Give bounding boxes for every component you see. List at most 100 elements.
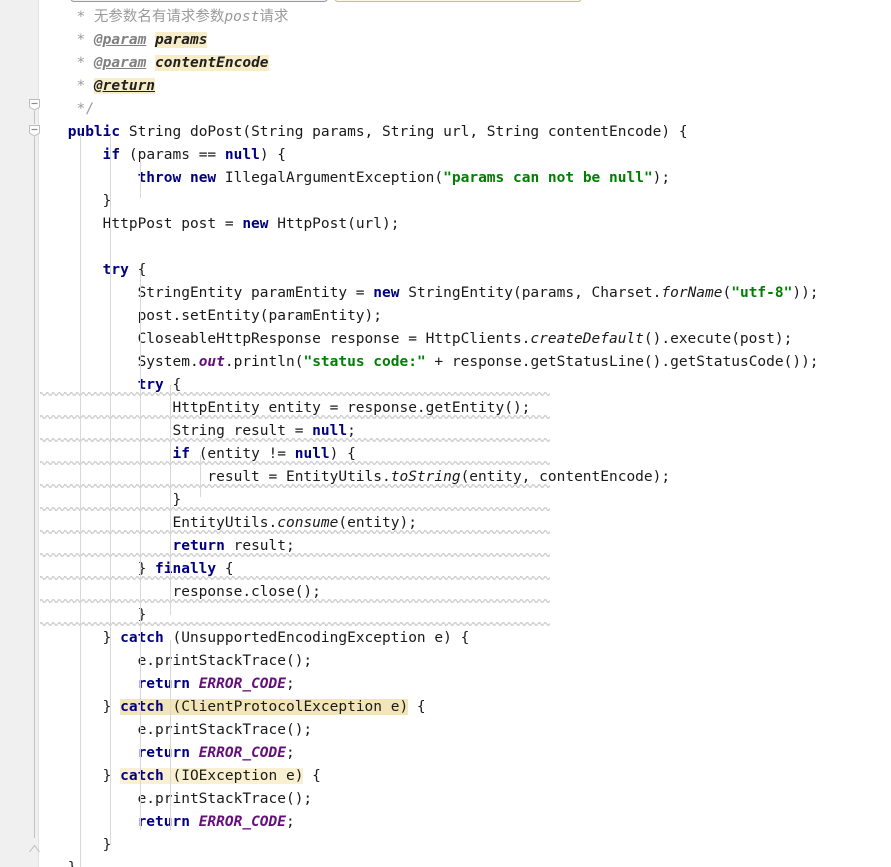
code-token: catch xyxy=(120,768,164,784)
code-line-text: } xyxy=(59,190,112,213)
code-token: catch xyxy=(120,630,164,646)
code-token: try xyxy=(137,377,164,393)
code-line[interactable]: return result; xyxy=(0,534,891,557)
code-line[interactable]: return ERROR_CODE; xyxy=(0,741,891,764)
code-token: throw xyxy=(137,170,182,186)
code-token: toString xyxy=(390,469,461,485)
code-line[interactable]: return ERROR_CODE; xyxy=(0,672,891,695)
code-line-text: throw new IllegalArgumentException("para… xyxy=(59,167,671,190)
code-token: { xyxy=(303,768,321,784)
code-token: HttpPost(url); xyxy=(268,216,400,232)
code-token: ( xyxy=(722,285,732,301)
code-line[interactable]: CloseableHttpResponse response = HttpCli… xyxy=(0,327,891,350)
code-line[interactable]: e.printStackTrace(); xyxy=(0,649,891,672)
code-line-text: CloseableHttpResponse response = HttpCli… xyxy=(59,328,793,351)
code-line[interactable]: EntityUtils.consume(entity); xyxy=(0,511,891,534)
code-line-text: * @return xyxy=(59,75,156,98)
code-line[interactable]: response.close(); xyxy=(0,580,891,603)
code-line[interactable]: * @param contentEncode xyxy=(0,51,891,74)
code-line[interactable]: public String doPost(String params, Stri… xyxy=(0,120,891,143)
code-token: 无参数名有请求参数 xyxy=(93,9,225,25)
code-line[interactable] xyxy=(0,235,891,258)
code-token: null xyxy=(312,423,348,439)
code-line[interactable]: } finally { xyxy=(0,557,891,580)
code-line[interactable]: return ERROR_CODE; xyxy=(0,810,891,833)
code-line[interactable]: * @param params xyxy=(0,28,891,51)
code-line-text: StringEntity paramEntity = new StringEnt… xyxy=(59,282,819,305)
code-token: result; xyxy=(224,538,295,554)
code-line[interactable]: if (params == null) { xyxy=(0,143,891,166)
code-token: public xyxy=(67,124,121,140)
code-line[interactable]: } catch (IOException e) { xyxy=(0,764,891,787)
code-token: return xyxy=(137,814,190,830)
code-line[interactable]: } xyxy=(0,189,891,212)
code-line[interactable]: StringEntity paramEntity = new StringEnt… xyxy=(0,281,891,304)
code-line[interactable]: post.setEntity(paramEntity); xyxy=(0,304,891,327)
code-token: */ xyxy=(59,101,94,117)
code-token: "utf-8" xyxy=(731,285,793,301)
code-line-text: } catch (ClientProtocolException e) { xyxy=(59,696,426,719)
code-line[interactable]: e.printStackTrace(); xyxy=(0,787,891,810)
code-line[interactable]: } xyxy=(0,833,891,856)
code-token: ; xyxy=(286,745,295,761)
code-token: contentEncode xyxy=(155,55,269,71)
code-token: + response.getStatusLine().getStatusCode… xyxy=(425,354,819,370)
code-token: * xyxy=(59,55,94,71)
code-line[interactable]: try { xyxy=(0,258,891,281)
code-line-text: */ xyxy=(59,98,94,121)
code-token: @return xyxy=(93,78,156,94)
code-token: (entity != xyxy=(189,446,295,462)
code-line[interactable]: result = EntityUtils.toString(entity, co… xyxy=(0,465,891,488)
code-line[interactable]: */ xyxy=(0,97,891,120)
code-line[interactable]: } xyxy=(0,488,891,511)
code-line[interactable]: if (entity != null) { xyxy=(0,442,891,465)
code-line-text: } xyxy=(59,834,112,857)
code-token: { xyxy=(408,699,426,715)
code-token: e.printStackTrace(); xyxy=(59,791,313,807)
code-line-text: } catch (UnsupportedEncodingException e)… xyxy=(59,627,470,650)
code-line-text: HttpEntity entity = response.getEntity()… xyxy=(59,397,530,420)
code-token: 请求 xyxy=(259,9,289,25)
code-line[interactable]: e.printStackTrace(); xyxy=(0,718,891,741)
code-token: ().execute(post); xyxy=(643,331,793,347)
code-line[interactable]: System.out.println("status code:" + resp… xyxy=(0,350,891,373)
code-line[interactable]: HttpEntity entity = response.getEntity()… xyxy=(0,396,891,419)
code-token: } xyxy=(59,860,77,867)
code-line[interactable]: } xyxy=(0,603,891,626)
code-line-text: * @param contentEncode xyxy=(59,52,269,75)
code-line[interactable]: * 无参数名有请求参数post请求 xyxy=(0,5,891,28)
code-line-text: result = EntityUtils.toString(entity, co… xyxy=(59,466,670,489)
code-line-text: return ERROR_CODE; xyxy=(59,673,295,696)
code-line[interactable]: HttpPost post = new HttpPost(url); xyxy=(0,212,891,235)
code-line[interactable]: } xyxy=(0,856,891,867)
code-line[interactable]: } catch (UnsupportedEncodingException e)… xyxy=(0,626,891,649)
code-token: { xyxy=(163,377,182,393)
code-token: ERROR_CODE xyxy=(198,745,287,761)
code-token: "params can not be null" xyxy=(443,170,653,186)
code-token: if xyxy=(172,446,190,462)
code-token: StringEntity paramEntity = xyxy=(59,285,374,301)
code-line-text: String result = null; xyxy=(59,420,355,443)
code-line-text: * 无参数名有请求参数post请求 xyxy=(59,6,288,29)
code-token: (UnsupportedEncodingException e) { xyxy=(163,630,470,646)
code-line[interactable]: } catch (ClientProtocolException e) { xyxy=(0,695,891,718)
code-token: (ClientProtocolException e) xyxy=(163,699,409,715)
code-text-area[interactable]: * 无参数名有请求参数post请求 * @param params * @par… xyxy=(0,0,891,867)
code-line-text: post.setEntity(paramEntity); xyxy=(59,305,382,328)
code-token: EntityUtils. xyxy=(59,515,278,531)
code-line[interactable]: * @return xyxy=(0,74,891,97)
code-line-text: } xyxy=(59,857,77,867)
code-line[interactable]: throw new IllegalArgumentException("para… xyxy=(0,166,891,189)
code-line[interactable]: try { xyxy=(0,373,891,396)
code-token: ; xyxy=(286,814,295,830)
code-line[interactable]: String result = null; xyxy=(0,419,891,442)
code-token: try xyxy=(102,262,129,278)
code-token: ERROR_CODE xyxy=(198,676,287,692)
